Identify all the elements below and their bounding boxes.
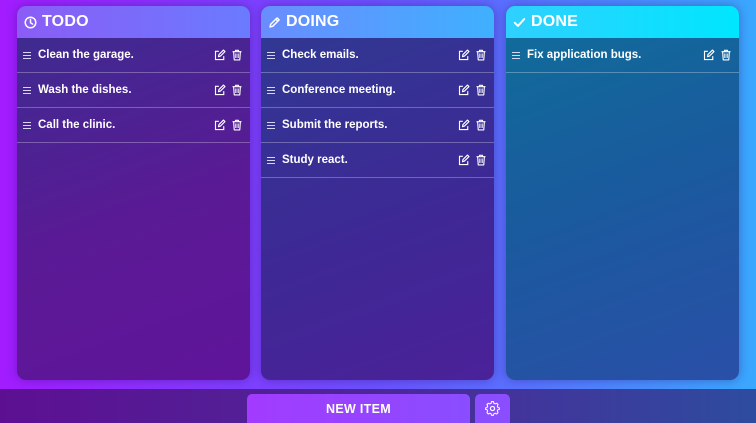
column-title: TODO — [42, 13, 89, 30]
item-actions — [453, 49, 487, 61]
edit-icon[interactable] — [458, 119, 470, 131]
trash-icon[interactable] — [475, 84, 487, 96]
list-item[interactable]: Check emails. — [261, 38, 494, 73]
list-item[interactable]: Clean the garage. — [17, 38, 250, 73]
trash-icon[interactable] — [475, 119, 487, 131]
list-item[interactable]: Study react. — [261, 143, 494, 178]
drag-handle-icon[interactable] — [267, 51, 275, 59]
column-todo: TODO Clean the garage. Wash the dishes. … — [17, 6, 250, 380]
drag-handle-icon[interactable] — [267, 121, 275, 129]
column-doing: DOING Check emails. Conference meeting. … — [261, 6, 494, 380]
edit-icon[interactable] — [458, 84, 470, 96]
list-item[interactable]: Fix application bugs. — [506, 38, 739, 73]
item-label: Call the clinic. — [38, 119, 116, 131]
drag-handle-icon[interactable] — [267, 156, 275, 164]
drag-handle-icon[interactable] — [23, 51, 31, 59]
drag-handle-icon[interactable] — [23, 86, 31, 94]
column-done: DONE Fix application bugs. — [506, 6, 739, 380]
item-actions — [453, 84, 487, 96]
gear-icon — [485, 401, 500, 416]
settings-button[interactable] — [475, 394, 510, 423]
item-label: Wash the dishes. — [38, 84, 132, 96]
item-label: Conference meeting. — [282, 84, 396, 96]
item-actions — [209, 84, 243, 96]
item-actions — [698, 49, 732, 61]
edit-icon[interactable] — [458, 154, 470, 166]
trash-icon[interactable] — [475, 49, 487, 61]
item-label: Submit the reports. — [282, 119, 388, 131]
kanban-board: TODO Clean the garage. Wash the dishes. … — [0, 0, 756, 389]
drag-handle-icon[interactable] — [267, 86, 275, 94]
trash-icon[interactable] — [231, 119, 243, 131]
edit-icon[interactable] — [458, 49, 470, 61]
trash-icon[interactable] — [475, 154, 487, 166]
new-item-button[interactable]: NEW ITEM — [247, 394, 470, 423]
item-actions — [209, 119, 243, 131]
item-actions — [209, 49, 243, 61]
item-actions — [453, 154, 487, 166]
edit-icon[interactable] — [214, 49, 226, 61]
list-item[interactable]: Wash the dishes. — [17, 73, 250, 108]
item-label: Fix application bugs. — [527, 49, 642, 61]
edit-icon[interactable] — [703, 49, 715, 61]
item-label: Check emails. — [282, 49, 359, 61]
column-header-doing: DOING — [261, 6, 494, 38]
item-label: Clean the garage. — [38, 49, 134, 61]
pencil-icon — [268, 16, 281, 29]
column-header-todo: TODO — [17, 6, 250, 38]
column-title: DONE — [531, 13, 579, 30]
drag-handle-icon[interactable] — [23, 121, 31, 129]
drag-handle-icon[interactable] — [512, 51, 520, 59]
check-icon — [513, 16, 526, 29]
column-title: DOING — [286, 13, 340, 30]
item-label: Study react. — [282, 154, 348, 166]
list-item[interactable]: Conference meeting. — [261, 73, 494, 108]
trash-icon[interactable] — [231, 84, 243, 96]
trash-icon[interactable] — [720, 49, 732, 61]
column-header-done: DONE — [506, 6, 739, 38]
list-item[interactable]: Call the clinic. — [17, 108, 250, 143]
item-actions — [453, 119, 487, 131]
list-item[interactable]: Submit the reports. — [261, 108, 494, 143]
edit-icon[interactable] — [214, 84, 226, 96]
edit-icon[interactable] — [214, 119, 226, 131]
trash-icon[interactable] — [231, 49, 243, 61]
clock-icon — [24, 15, 37, 29]
